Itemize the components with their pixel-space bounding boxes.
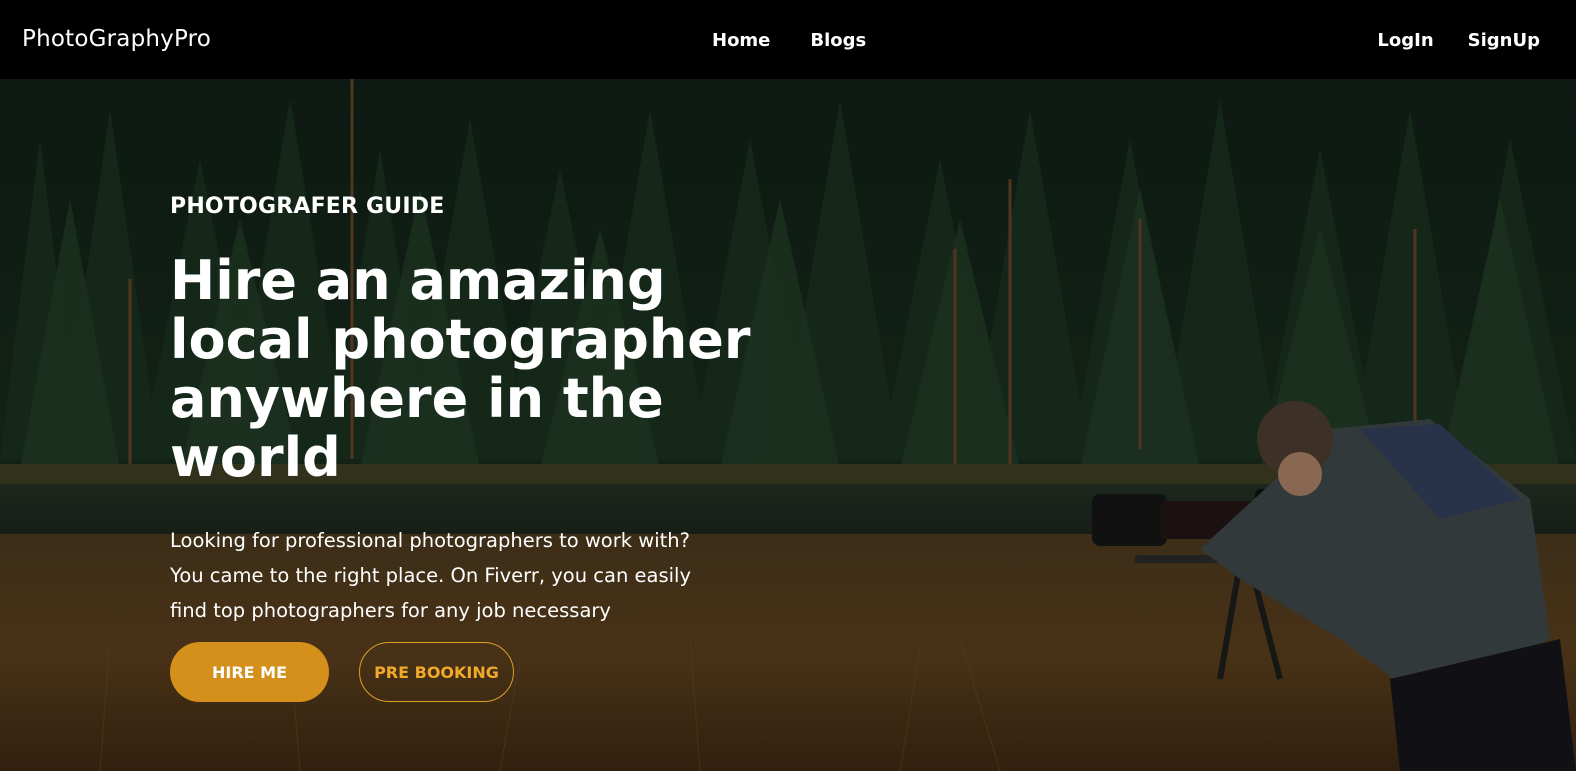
nav-link-blogs[interactable]: Blogs [810,30,866,51]
hero-content: PHOTOGRAFER GUIDE Hire an amazing local … [170,194,870,702]
description-line: You came to the right place. On Fiverr, … [170,564,692,587]
headline-line: anywhere in the world [170,367,664,489]
nav-link-signup[interactable]: SignUp [1468,30,1540,51]
hero-headline: Hire an amazing local photographer anywh… [170,251,830,487]
auth-nav: LogIn SignUp [1377,30,1540,51]
description-line: find top photographers for any job neces… [170,599,611,622]
headline-line: local photographer [170,308,751,371]
nav-link-login[interactable]: LogIn [1377,30,1433,51]
headline-line: Hire an amazing [170,249,666,312]
description-line: Looking for professional photographers t… [170,529,690,552]
pre-booking-button[interactable]: PRE BOOKING [359,642,514,702]
nav-link-home[interactable]: Home [712,30,770,51]
brand-logo[interactable]: PhotoGraphyPro [22,26,211,52]
hero-description: Looking for professional photographers t… [170,523,730,628]
main-nav: Home Blogs [712,30,866,51]
hero-actions: HIRE ME PRE BOOKING [170,642,870,702]
top-navbar: PhotoGraphyPro Home Blogs LogIn SignUp [0,0,1576,79]
hero-eyebrow: PHOTOGRAFER GUIDE [170,194,445,219]
hero-section: PHOTOGRAFER GUIDE Hire an amazing local … [0,79,1576,771]
hire-me-button[interactable]: HIRE ME [170,642,329,702]
